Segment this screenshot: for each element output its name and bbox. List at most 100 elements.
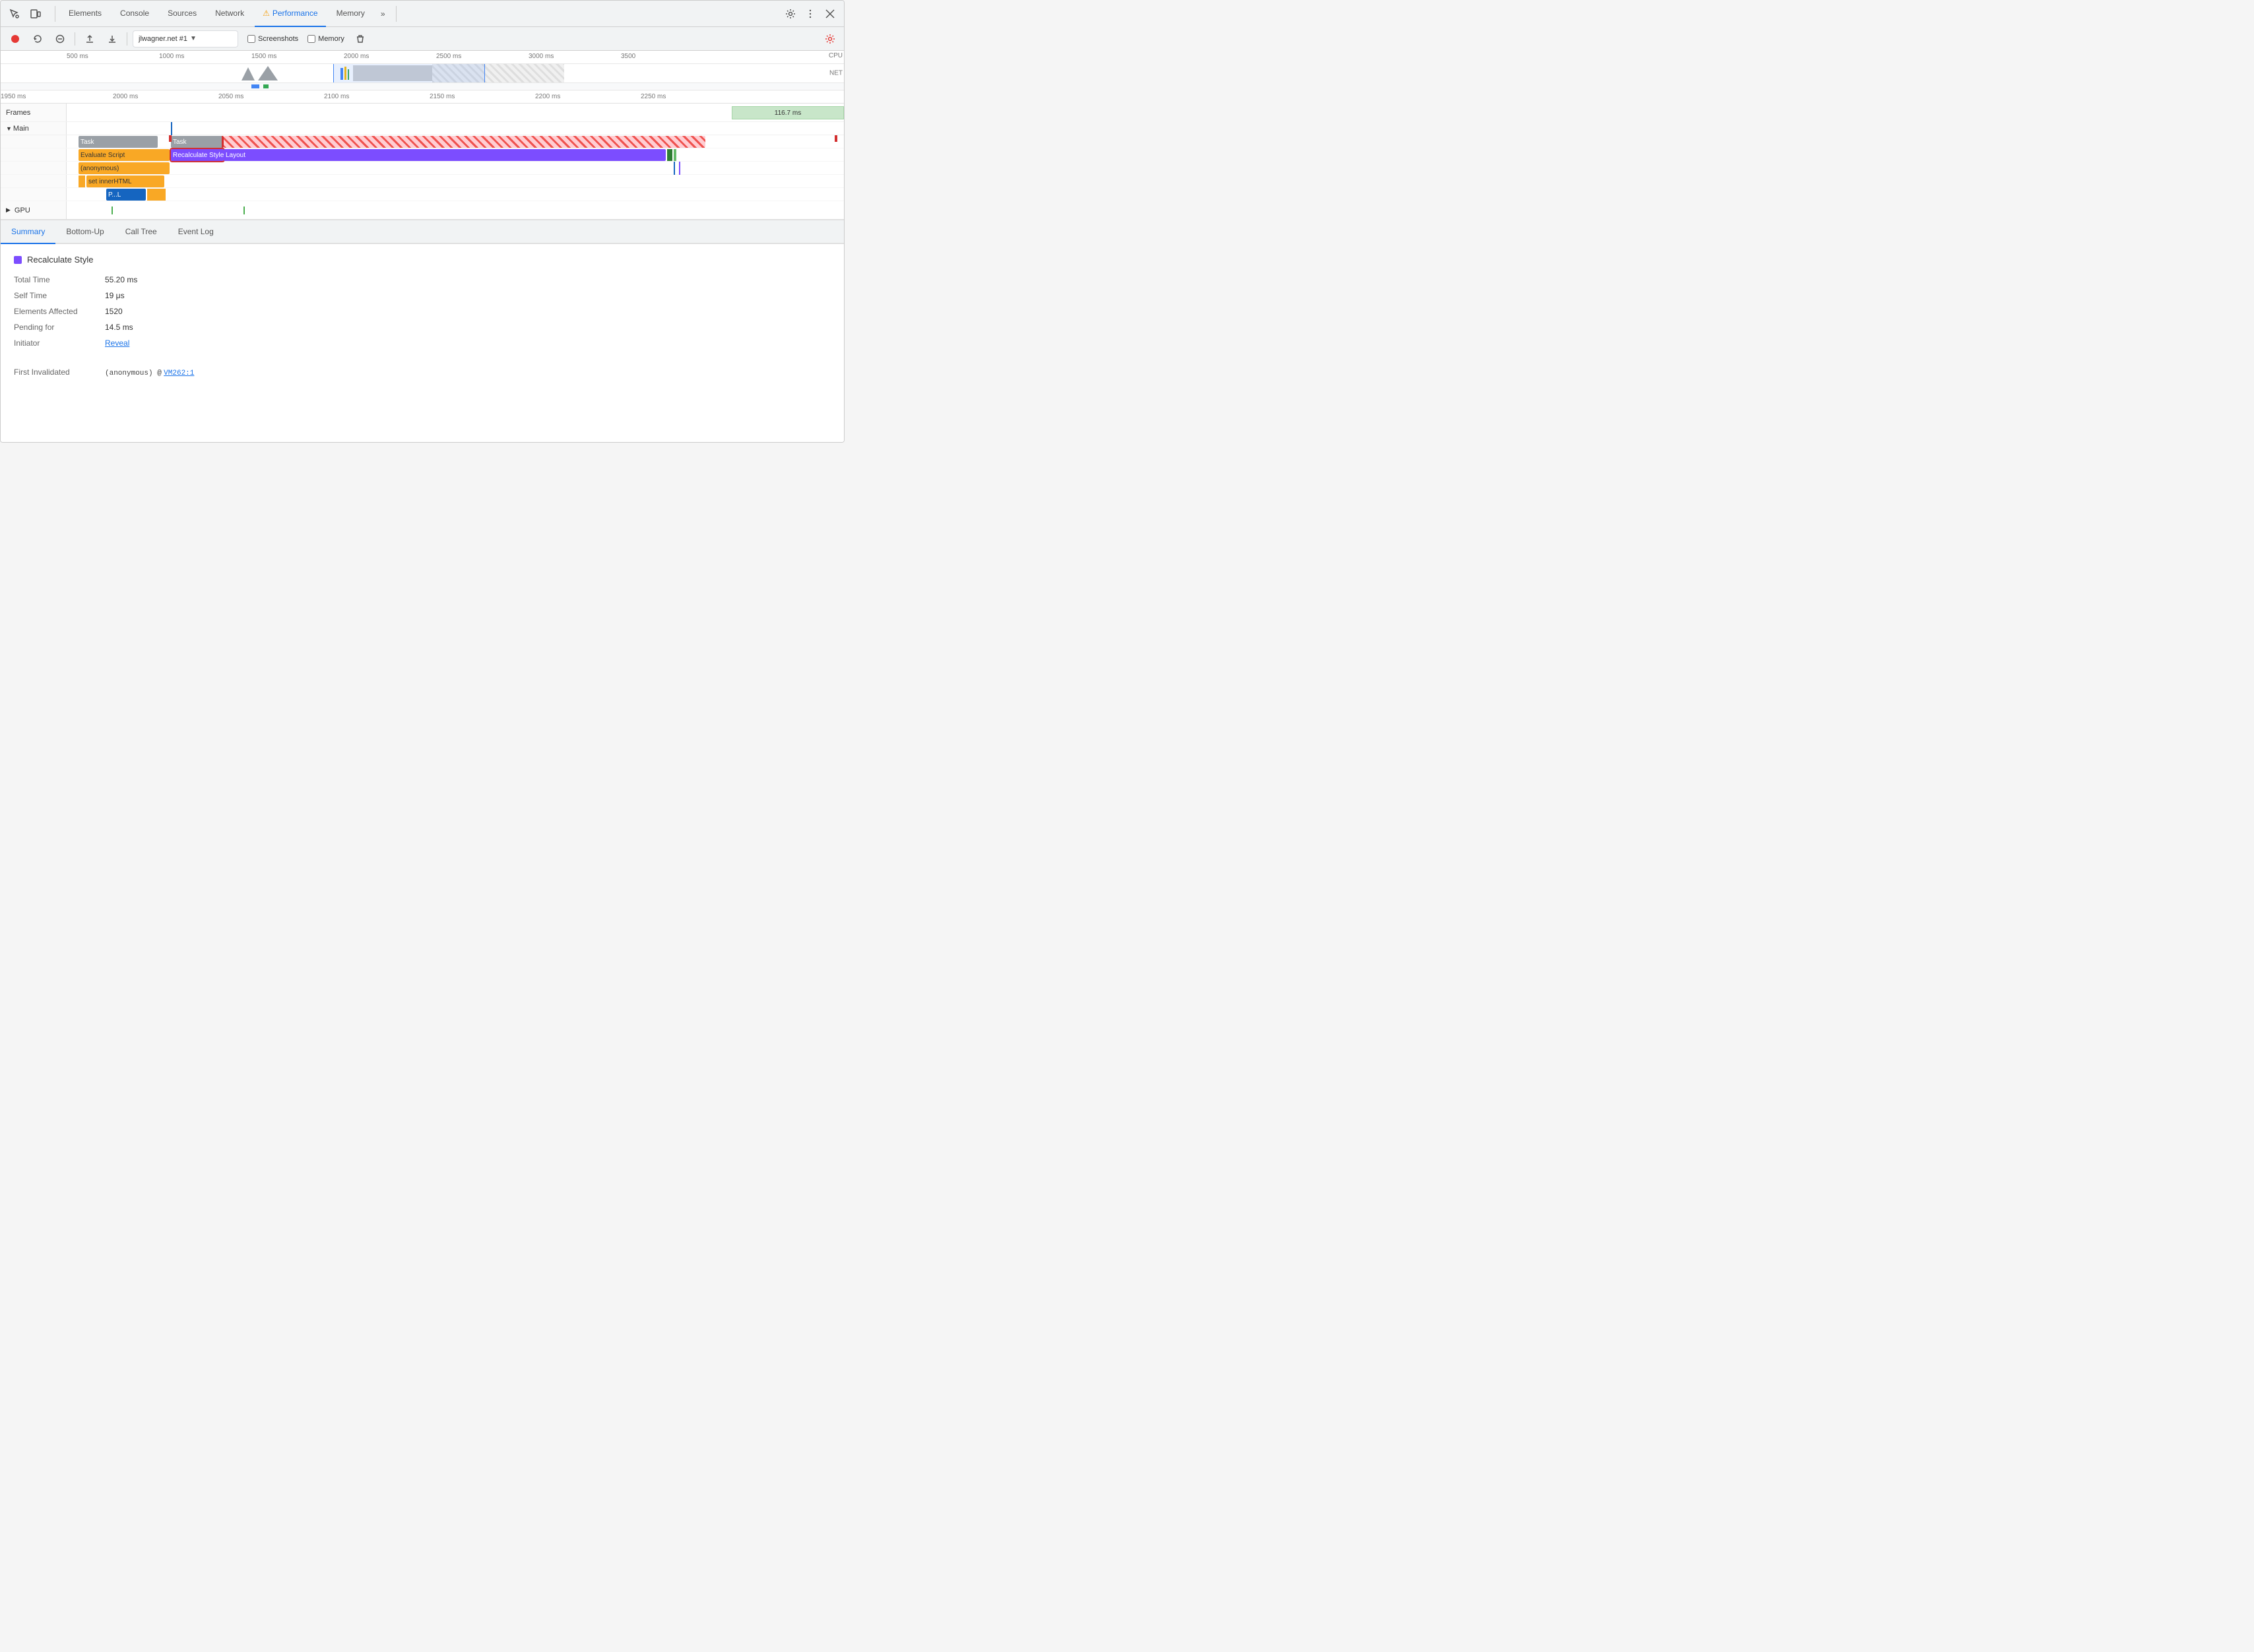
- close-icon[interactable]: [821, 5, 839, 22]
- elements-affected-value: 1520: [105, 307, 123, 316]
- more-options-icon[interactable]: [802, 5, 819, 22]
- nav-right-icons: [782, 5, 839, 22]
- frames-label: Frames: [1, 104, 67, 121]
- layout-green-bar-2: [674, 149, 676, 161]
- set-inner-html-bar[interactable]: set innerHTML: [86, 175, 164, 187]
- frames-row: Frames 116.7 ms: [1, 104, 844, 122]
- gpu-tick-2: [243, 206, 245, 214]
- self-time-label: Self Time: [14, 291, 100, 300]
- evaluate-script-bar[interactable]: Evaluate Script: [79, 149, 170, 161]
- task-label-cell: [1, 135, 67, 148]
- ruler-2500ms: 2500 ms: [436, 53, 461, 60]
- warn-icon: ⚠: [263, 9, 270, 18]
- memory-checkbox[interactable]: [307, 35, 315, 43]
- top-nav: Elements Console Sources Network ⚠ Perfo…: [1, 1, 844, 27]
- upload-button[interactable]: [80, 30, 99, 48]
- ruler-1000ms: 1000 ms: [159, 53, 184, 60]
- ruler-500ms: 500 ms: [67, 53, 88, 60]
- timeline-detail: 1950 ms 2000 ms 2050 ms 2100 ms 2150 ms …: [1, 90, 844, 220]
- self-time-value: 19 μs: [105, 291, 125, 300]
- pl-bars-cell: P...L: [67, 188, 844, 201]
- cpu-bar-2: [258, 66, 278, 80]
- task-bar-2-cont[interactable]: [224, 136, 705, 148]
- nav-divider-2: [396, 6, 397, 22]
- trash-button[interactable]: [351, 30, 370, 48]
- frame-bar[interactable]: 116.7 ms: [732, 106, 844, 119]
- tab-summary[interactable]: Summary: [1, 220, 55, 244]
- set-inner-html-label-cell: [1, 175, 67, 187]
- memory-checkbox-label[interactable]: Memory: [307, 35, 344, 43]
- anonymous-bars-cell: (anonymous): [67, 162, 844, 174]
- bottom-tabs: Summary Bottom-Up Call Tree Event Log: [1, 220, 844, 244]
- download-button[interactable]: [103, 30, 121, 48]
- timeline-overview[interactable]: 500 ms 1000 ms 1500 ms 2000 ms 2500 ms 3…: [1, 51, 844, 90]
- time-2250: 2250 ms: [641, 93, 666, 100]
- gpu-label[interactable]: ▶ GPU: [1, 201, 67, 219]
- toolbar-checkboxes: Screenshots Memory: [247, 35, 344, 43]
- more-tabs-button[interactable]: »: [375, 1, 391, 27]
- device-toolbar-icon[interactable]: [27, 5, 44, 22]
- tab-bottom-up[interactable]: Bottom-Up: [55, 220, 114, 244]
- first-invalidated-link[interactable]: VM262:1: [164, 369, 194, 377]
- net-bar-1: [251, 84, 259, 88]
- main-label[interactable]: ▼ Main: [1, 122, 67, 135]
- overview-ruler: 500 ms 1000 ms 1500 ms 2000 ms 2500 ms 3…: [1, 51, 844, 64]
- tab-sources[interactable]: Sources: [160, 1, 205, 27]
- tab-memory[interactable]: Memory: [329, 1, 373, 27]
- anon-purple-line: [679, 162, 680, 175]
- initiator-reveal-link[interactable]: Reveal: [105, 338, 129, 348]
- layout-bar[interactable]: Layout: [224, 149, 666, 161]
- gpu-content: [67, 201, 844, 219]
- inspect-icon[interactable]: [6, 5, 23, 22]
- task-bar-2[interactable]: Task: [171, 136, 224, 148]
- summary-spacer: [14, 354, 831, 365]
- tab-console[interactable]: Console: [112, 1, 157, 27]
- tab-performance[interactable]: ⚠ Performance: [255, 1, 325, 27]
- selection-region: [333, 64, 485, 82]
- record-button[interactable]: [6, 30, 24, 48]
- set-inner-html-prefix: [79, 175, 85, 187]
- task-bar-1[interactable]: Task: [79, 136, 158, 148]
- tab-event-log[interactable]: Event Log: [168, 220, 224, 244]
- total-time-value: 55.20 ms: [105, 275, 137, 284]
- anonymous-bar[interactable]: (anonymous): [79, 162, 170, 174]
- settings-icon[interactable]: [782, 5, 799, 22]
- screenshots-checkbox-label[interactable]: Screenshots: [247, 35, 298, 43]
- anon-blue-line: [674, 162, 675, 175]
- set-inner-html-row: set innerHTML: [1, 175, 844, 188]
- summary-title: Recalculate Style: [14, 255, 831, 265]
- elements-affected-row: Elements Affected 1520: [14, 307, 831, 316]
- settings-gear-icon[interactable]: [821, 30, 839, 48]
- total-time-label: Total Time: [14, 275, 100, 284]
- pl-bar[interactable]: P...L: [106, 189, 146, 201]
- tab-call-tree[interactable]: Call Tree: [115, 220, 168, 244]
- clear-button[interactable]: [51, 30, 69, 48]
- gpu-tick-1: [112, 206, 113, 214]
- gpu-track: ▶ GPU: [1, 201, 844, 220]
- pl-row: P...L: [1, 188, 844, 201]
- ruler-1500ms: 1500 ms: [251, 53, 276, 60]
- net-label: NET: [829, 70, 843, 77]
- screenshots-checkbox[interactable]: [247, 35, 255, 43]
- pl-yellow-bar: [147, 189, 166, 201]
- playhead-line: [171, 122, 172, 135]
- anonymous-label-cell: [1, 162, 67, 174]
- gpu-expand-arrow: ▶: [6, 206, 11, 214]
- net-bar-2: [263, 84, 269, 88]
- cpu-bar-1: [242, 67, 255, 80]
- self-time-row: Self Time 19 μs: [14, 291, 831, 300]
- first-invalidated-row: First Invalidated (anonymous) @ VM262:1: [14, 367, 831, 377]
- tab-elements[interactable]: Elements: [61, 1, 110, 27]
- pending-for-label: Pending for: [14, 323, 100, 332]
- pending-for-value: 14.5 ms: [105, 323, 133, 332]
- evaluate-bars-cell: Evaluate Script Recalculate Style Layout: [67, 148, 844, 161]
- reload-record-button[interactable]: [28, 30, 47, 48]
- url-dropdown-icon[interactable]: ▼: [190, 35, 197, 42]
- pending-for-row: Pending for 14.5 ms: [14, 323, 831, 332]
- url-filter-box[interactable]: jlwagner.net #1 ▼: [133, 30, 238, 48]
- ruler-3000ms: 3000 ms: [529, 53, 554, 60]
- recalculate-style-bar[interactable]: Recalculate Style: [171, 149, 224, 161]
- tab-network[interactable]: Network: [207, 1, 252, 27]
- first-invalidated-label: First Invalidated: [14, 367, 100, 377]
- ruler-2000ms: 2000 ms: [344, 53, 369, 60]
